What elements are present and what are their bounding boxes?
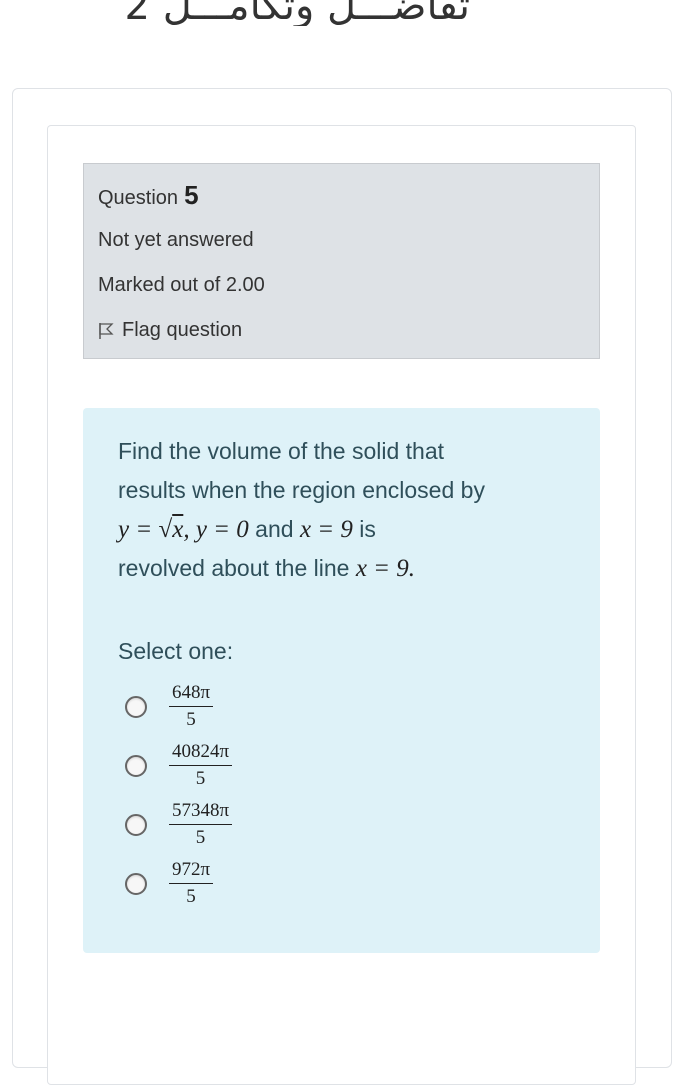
and-word: and <box>248 516 300 542</box>
denominator: 5 <box>195 827 206 848</box>
question-grade: Marked out of 2.00 <box>98 274 265 296</box>
numerator: 972π <box>169 859 214 884</box>
answer-option-3[interactable]: 57348π 5 <box>125 800 233 849</box>
math-y-equals: y = <box>118 516 159 543</box>
denominator: 5 <box>186 886 196 907</box>
revolved-text: revolved about the line <box>118 555 356 581</box>
question-label: Question <box>98 187 179 209</box>
answer-option-2[interactable]: 40824π 5 <box>125 741 233 790</box>
page-title: تفاضـــل وتكامـــل 2 <box>124 0 470 26</box>
numerator: 648π <box>169 682 214 707</box>
math-y-zero: , y = 0 <box>183 516 249 543</box>
question-text-line-4: revolved about the line x = 9. <box>118 549 578 588</box>
math-axis-line: x = 9. <box>355 555 416 582</box>
question-state: Not yet answered <box>98 229 254 251</box>
question-text-line-3: y = √x, y = 0 and x = 9 is <box>118 510 578 549</box>
math-sqrt-x: x <box>172 516 184 543</box>
question-text-line-2: results when the region enclosed by <box>118 477 485 503</box>
fraction: 57348π 5 <box>169 800 233 849</box>
radio-button[interactable] <box>125 754 147 777</box>
flag-question-label: Flag question <box>122 319 243 341</box>
fraction: 972π 5 <box>169 859 214 908</box>
answer-option-1[interactable]: 648π 5 <box>125 682 214 731</box>
flag-icon <box>99 322 114 339</box>
question-formulation: Find the volume of the solid that result… <box>83 408 600 953</box>
math-x-nine: x = 9 <box>299 516 353 543</box>
radio-button[interactable] <box>125 872 147 895</box>
select-prompt: Select one: <box>118 638 234 664</box>
answer-option-4[interactable]: 972π 5 <box>125 859 214 908</box>
question-text-line-1: Find the volume of the solid that <box>118 438 445 464</box>
question-number: 5 <box>184 180 199 210</box>
numerator: 40824π <box>169 741 233 766</box>
radio-button[interactable] <box>125 695 147 718</box>
fraction: 40824π 5 <box>169 741 233 790</box>
question-heading: Question 5 <box>98 180 199 211</box>
question-text: Find the volume of the solid that result… <box>118 432 578 588</box>
denominator: 5 <box>195 768 206 789</box>
denominator: 5 <box>186 709 196 730</box>
flag-question-link[interactable]: Flag question <box>98 319 242 342</box>
radio-button[interactable] <box>125 813 147 836</box>
sqrt-symbol: √ <box>158 516 173 543</box>
numerator: 57348π <box>169 800 233 825</box>
fraction: 648π 5 <box>169 682 214 731</box>
is-word: is <box>352 516 376 542</box>
question-info: Question 5 Not yet answered Marked out of… <box>83 163 600 359</box>
